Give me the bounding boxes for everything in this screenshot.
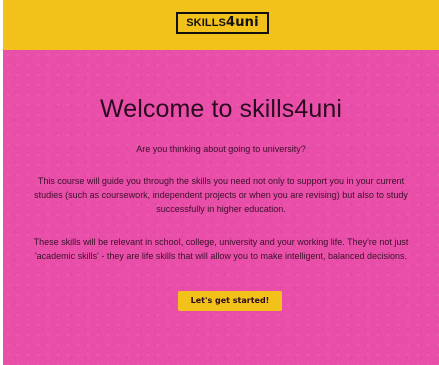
header-bar: SKILLS 4uni bbox=[3, 0, 439, 50]
intro-question: Are you thinking about going to universi… bbox=[136, 144, 306, 154]
page-title: Welcome to skills4uni bbox=[99, 95, 342, 123]
intro-paragraph-1: This course will guide you through the s… bbox=[34, 176, 408, 214]
skills4uni-logo[interactable]: SKILLS 4uni bbox=[176, 12, 269, 34]
intro-paragraph-2: These skills will be relevant in school,… bbox=[33, 237, 409, 261]
logo-text-4uni: 4uni bbox=[225, 15, 259, 30]
get-started-button[interactable]: Let's get started! bbox=[178, 291, 282, 311]
welcome-hero: Welcome to skills4uni Are you thinking a… bbox=[3, 50, 439, 365]
logo-text-skills: SKILLS bbox=[186, 17, 226, 29]
